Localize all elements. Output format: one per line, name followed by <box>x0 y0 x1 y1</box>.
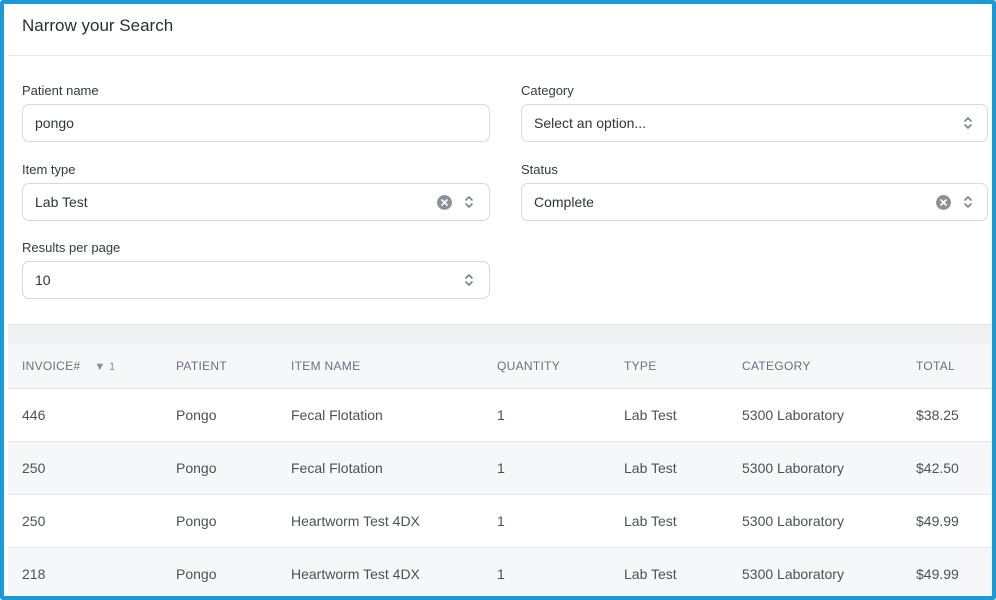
table-row[interactable]: 218 Pongo Heartworm Test 4DX 1 Lab Test … <box>8 547 992 596</box>
column-header-category[interactable]: CATEGORY <box>742 344 916 389</box>
cell-item-name: Fecal Flotation <box>291 388 497 442</box>
cell-item-name: Fecal Flotation <box>291 441 497 495</box>
cell-quantity: 1 <box>497 547 624 596</box>
cell-invoice: 446 <box>8 388 176 442</box>
column-header-total[interactable]: TOTAL <box>916 344 992 389</box>
cell-category: 5300 Laboratory <box>742 547 916 596</box>
cell-item-name: Heartworm Test 4DX <box>291 494 497 548</box>
category-placeholder: Select an option... <box>534 115 647 131</box>
column-header-type[interactable]: TYPE <box>624 344 742 389</box>
cell-type: Lab Test <box>624 547 742 596</box>
section-divider <box>8 324 992 344</box>
cell-invoice: 250 <box>8 494 176 548</box>
cell-quantity: 1 <box>497 388 624 442</box>
results-table: INVOICE# ▼ 1 PATIENT ITEM NAME QUANTITY T… <box>8 344 992 596</box>
table-header-row: INVOICE# ▼ 1 PATIENT ITEM NAME QUANTITY T… <box>8 344 992 389</box>
cell-category: 5300 Laboratory <box>742 494 916 548</box>
clear-selection-icon[interactable] <box>437 195 452 210</box>
table-row[interactable]: 250 Pongo Heartworm Test 4DX 1 Lab Test … <box>8 494 992 548</box>
cell-patient: Pongo <box>176 494 291 548</box>
status-label: Status <box>521 162 558 177</box>
status-value: Complete <box>534 194 594 210</box>
clear-selection-icon[interactable] <box>936 195 951 210</box>
cell-type: Lab Test <box>624 388 742 442</box>
cell-invoice: 218 <box>8 547 176 596</box>
chevron-updown-icon <box>964 117 972 129</box>
item-type-select[interactable]: Lab Test <box>22 183 490 221</box>
cell-quantity: 1 <box>497 441 624 495</box>
cell-patient: Pongo <box>176 441 291 495</box>
table-row[interactable]: 446 Pongo Fecal Flotation 1 Lab Test 530… <box>8 388 992 442</box>
panel-title: Narrow your Search <box>22 16 174 35</box>
results-per-page-select[interactable]: 10 <box>22 261 490 299</box>
cell-patient: Pongo <box>176 388 291 442</box>
results-per-page-value: 10 <box>35 272 51 288</box>
chevron-updown-icon <box>465 196 473 208</box>
column-header-item-name[interactable]: ITEM NAME <box>291 344 497 389</box>
column-header-invoice-label: INVOICE# <box>22 358 81 373</box>
column-header-patient[interactable]: PATIENT <box>176 344 291 389</box>
cell-item-name: Heartworm Test 4DX <box>291 547 497 596</box>
patient-name-value: pongo <box>35 115 74 131</box>
status-select[interactable]: Complete <box>521 183 988 221</box>
item-type-label: Item type <box>22 162 76 177</box>
cell-category: 5300 Laboratory <box>742 388 916 442</box>
patient-name-input[interactable]: pongo <box>22 104 490 142</box>
cell-type: Lab Test <box>624 494 742 548</box>
cell-category: 5300 Laboratory <box>742 441 916 495</box>
chevron-updown-icon <box>964 196 972 208</box>
cell-invoice: 250 <box>8 441 176 495</box>
category-label: Category <box>521 83 574 98</box>
item-type-value: Lab Test <box>35 194 88 210</box>
cell-total: $49.99 <box>916 494 992 548</box>
sort-indicator-icon[interactable]: ▼ 1 <box>94 361 115 373</box>
chevron-updown-icon <box>465 274 473 286</box>
category-select[interactable]: Select an option... <box>521 104 988 142</box>
cell-quantity: 1 <box>497 494 624 548</box>
cell-total: $38.25 <box>916 388 992 442</box>
table-row[interactable]: 250 Pongo Fecal Flotation 1 Lab Test 530… <box>8 441 992 495</box>
column-header-quantity[interactable]: QUANTITY <box>497 344 624 389</box>
patient-name-label: Patient name <box>22 83 99 98</box>
column-header-invoice[interactable]: INVOICE# ▼ 1 <box>8 344 176 389</box>
cell-type: Lab Test <box>624 441 742 495</box>
cell-total: $42.50 <box>916 441 992 495</box>
cell-patient: Pongo <box>176 547 291 596</box>
results-per-page-label: Results per page <box>22 240 121 255</box>
panel-header: Narrow your Search <box>8 8 992 56</box>
search-panel: Narrow your Search Patient name pongo Ca… <box>0 0 996 600</box>
cell-total: $49.99 <box>916 547 992 596</box>
